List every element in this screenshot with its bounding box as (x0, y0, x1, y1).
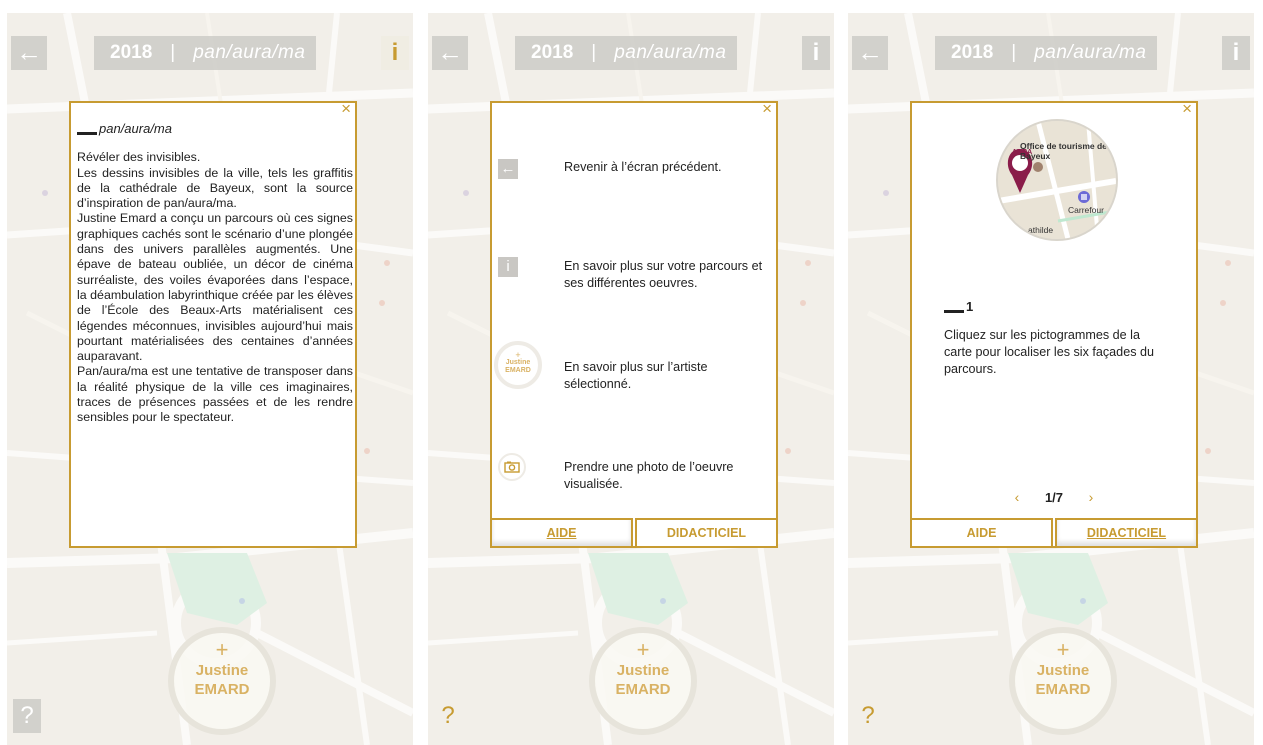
help-item-text: En savoir plus sur l’artiste sélectionné… (564, 360, 708, 391)
info-button[interactable]: i (381, 36, 409, 70)
help-button[interactable]: ? (434, 699, 462, 733)
artist-badge-last: EMARD (505, 367, 531, 374)
artist-first-name: Justine (1036, 662, 1090, 679)
artist-first-name: Justine (195, 662, 249, 679)
close-icon[interactable]: × (1182, 99, 1192, 119)
help-screen: ← 2018 | pan/aura/ma i + Justine EMARD ?… (428, 13, 834, 745)
year-label: 2018 (951, 42, 994, 63)
dash-mark (944, 310, 964, 313)
artist-badge-first: Justine (505, 359, 531, 366)
tab-tutorial[interactable]: DIDACTICIEL (635, 518, 778, 548)
info-button[interactable]: i (802, 36, 830, 70)
artist-badge-icon: + Justine EMARD (494, 341, 542, 389)
tab-help[interactable]: AIDE (910, 518, 1053, 548)
step-number: 1 (944, 299, 973, 314)
step-number-text: 1 (966, 299, 974, 314)
artist-button[interactable]: + Justine EMARD (589, 627, 697, 735)
next-page-icon[interactable]: › (1089, 489, 1094, 505)
title-bar: 2018 | pan/aura/ma (515, 36, 737, 70)
close-icon[interactable]: × (341, 99, 351, 119)
tutorial-text: Cliquez sur les pictogrammes de la carte… (944, 328, 1154, 376)
about-paragraph: Pan/aura/ma est une tentative de transpo… (77, 364, 353, 425)
tutorial-map-preview: AURA Office de tourisme de Bayeux Carref… (996, 119, 1118, 241)
about-paragraph: Les dessins invisibles de la ville, tels… (77, 165, 353, 211)
artist-button[interactable]: + Justine EMARD (168, 627, 276, 735)
title-separator: | (170, 42, 176, 63)
help-item-camera: Prendre une photo de l’oeuvre visualisée… (492, 443, 776, 493)
tutorial-dialog: × AURA Office de tourisme de Bayeux Carr… (910, 99, 1198, 548)
tab-tutorial[interactable]: DIDACTICIEL (1055, 518, 1198, 548)
pager: ‹ 1/7 › (912, 489, 1196, 505)
year-label: 2018 (531, 42, 574, 63)
info-icon: i (498, 257, 518, 277)
back-button[interactable]: ← (852, 36, 888, 70)
about-paragraph: Révéler des invisibles. (77, 150, 201, 165)
title-separator: | (591, 42, 597, 63)
title-separator: | (1011, 42, 1017, 63)
help-dialog: × ← Revenir à l’écran précédent. i En sa… (490, 99, 778, 548)
artist-last-name: EMARD (615, 681, 671, 698)
tab-help[interactable]: AIDE (490, 518, 633, 548)
artist-last-name: EMARD (1035, 681, 1091, 698)
help-item-info: i En savoir plus sur votre parcours et s… (492, 243, 776, 293)
map-label-carrefour: Carrefour (1068, 205, 1104, 215)
about-heading-text: pan/aura/ma (99, 121, 172, 136)
help-button[interactable]: ? (13, 699, 41, 733)
help-item-text: En savoir plus sur votre parcours et ses… (564, 259, 763, 290)
back-button[interactable]: ← (11, 36, 47, 70)
help-item-text: Revenir à l’écran précédent. (564, 160, 722, 174)
help-item-text: Prendre une photo de l’oeuvre visualisée… (564, 460, 734, 491)
project-title: pan/aura/ma (614, 42, 727, 63)
plus-icon: + (1056, 637, 1070, 662)
close-icon[interactable]: × (762, 99, 772, 119)
plus-icon: + (515, 350, 521, 360)
help-item-back: ← Revenir à l’écran précédent. (492, 143, 776, 193)
back-button[interactable]: ← (432, 36, 468, 70)
title-bar: 2018 | pan/aura/ma (935, 36, 1157, 70)
about-dialog: × pan/aura/ma Révéler des invisibles. Le… (69, 99, 357, 548)
artist-last-name: EMARD (194, 681, 250, 698)
info-button[interactable]: i (1222, 36, 1250, 70)
help-item-artist: + Justine EMARD En savoir plus sur l’art… (492, 335, 776, 391)
project-title: pan/aura/ma (193, 42, 306, 63)
back-arrow-icon: ← (498, 159, 518, 179)
map-label-office: Office de tourisme de Bayeux (1020, 141, 1107, 161)
plus-icon: + (636, 637, 650, 662)
map-label-street: athilde (1028, 225, 1054, 235)
tutorial-screen: ← 2018 | pan/aura/ma i + Justine EMARD ?… (848, 13, 1254, 745)
help-button[interactable]: ? (854, 699, 882, 733)
about-text: pan/aura/ma Révéler des invisibles. Les … (77, 121, 353, 426)
about-paragraph: Justine Emard a conçu un parcours où ces… (77, 211, 353, 364)
year-label: 2018 (110, 42, 153, 63)
prev-page-icon[interactable]: ‹ (1015, 489, 1020, 505)
project-title: pan/aura/ma (1034, 42, 1147, 63)
about-screen: ← 2018 | pan/aura/ma i + Justine EMARD ?… (7, 13, 413, 745)
dash-mark (77, 132, 97, 135)
page-indicator: 1/7 (1044, 490, 1064, 505)
artist-first-name: Justine (616, 662, 670, 679)
dialog-tabs: AIDE DIDACTICIEL (910, 518, 1198, 548)
artist-button[interactable]: + Justine EMARD (1009, 627, 1117, 735)
camera-icon (498, 453, 526, 481)
about-heading: pan/aura/ma (77, 121, 353, 136)
plus-icon: + (215, 637, 229, 662)
dialog-tabs: AIDE DIDACTICIEL (490, 518, 778, 548)
title-bar: 2018 | pan/aura/ma (94, 36, 316, 70)
